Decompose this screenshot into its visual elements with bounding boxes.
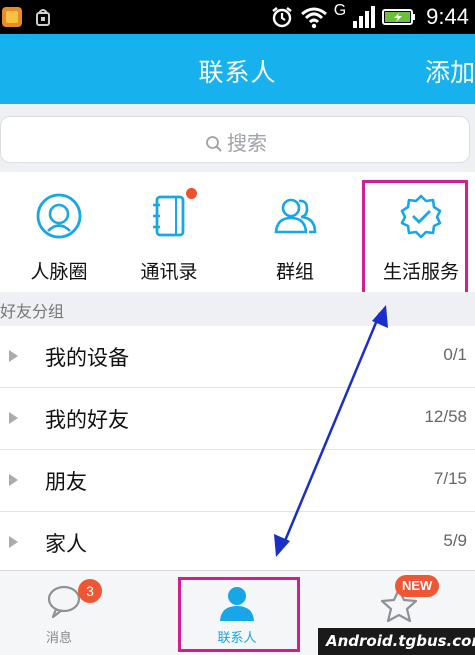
network-type-label: G: [333, 2, 347, 19]
highlight-life-services: [362, 180, 468, 297]
quick-entry-label: 群组: [275, 261, 314, 283]
group-name: 我的设备: [45, 346, 129, 370]
group-count: 0/1: [443, 345, 467, 364]
status-bar: G 9:44: [0, 0, 475, 34]
address-book-icon: [153, 195, 185, 237]
list-item[interactable]: 家人 5/9: [0, 512, 475, 574]
group-name: 我的好友: [45, 408, 129, 432]
search-input[interactable]: 搜索: [0, 116, 470, 163]
android-debug-icon: [36, 9, 50, 26]
highlight-contacts-tab: [178, 577, 300, 652]
search-icon: [206, 136, 222, 152]
group-icon: [274, 198, 317, 234]
group-count: 7/15: [433, 469, 467, 488]
add-button[interactable]: 添加: [425, 53, 475, 89]
group-count: 5/9: [443, 531, 467, 550]
tab-label: 消息: [45, 631, 72, 646]
group-name: 朋友: [45, 470, 87, 494]
search-placeholder: 搜索: [227, 131, 267, 155]
group-section-title: 好友分组: [0, 302, 65, 321]
tab-messages[interactable]: 3 消息: [0, 571, 158, 655]
expand-arrow-icon: [9, 350, 18, 362]
chat-bubble-icon: [47, 585, 81, 619]
quick-entry-label: 人脉圈: [30, 261, 88, 283]
wifi-icon: [300, 7, 327, 29]
clock-time: 9:44: [426, 4, 469, 29]
quick-entry-network[interactable]: 人脉圈: [0, 172, 118, 292]
list-item[interactable]: 朋友 7/15: [0, 450, 475, 512]
friend-groups-header: 好友分组: [0, 292, 475, 326]
signal-icon: [353, 6, 376, 28]
page-title: 联系人: [198, 58, 277, 87]
new-badge: NEW: [395, 575, 440, 597]
expand-arrow-icon: [9, 412, 18, 424]
search-area: 搜索: [0, 104, 475, 172]
group-count: 12/58: [424, 407, 467, 426]
alarm-clock-icon: [271, 7, 292, 28]
quick-entry-address-book[interactable]: 通讯录: [110, 172, 228, 292]
unread-badge: 3: [78, 579, 102, 603]
watermark: Android.tgbus.com: [318, 628, 475, 655]
notification-dot: [186, 188, 197, 199]
expand-arrow-icon: [9, 536, 18, 548]
person-circle-icon: [36, 193, 82, 239]
group-name: 家人: [45, 532, 87, 556]
app-header: 联系人 添加: [0, 34, 475, 104]
notification-app-icon: [2, 7, 22, 27]
list-item[interactable]: 我的设备 0/1: [0, 326, 475, 388]
quick-entry-groups[interactable]: 群组: [236, 172, 354, 292]
expand-arrow-icon: [9, 474, 18, 486]
quick-entry-label: 通讯录: [140, 261, 198, 283]
battery-charging-icon: [382, 9, 416, 25]
list-item[interactable]: 我的好友 12/58: [0, 388, 475, 450]
